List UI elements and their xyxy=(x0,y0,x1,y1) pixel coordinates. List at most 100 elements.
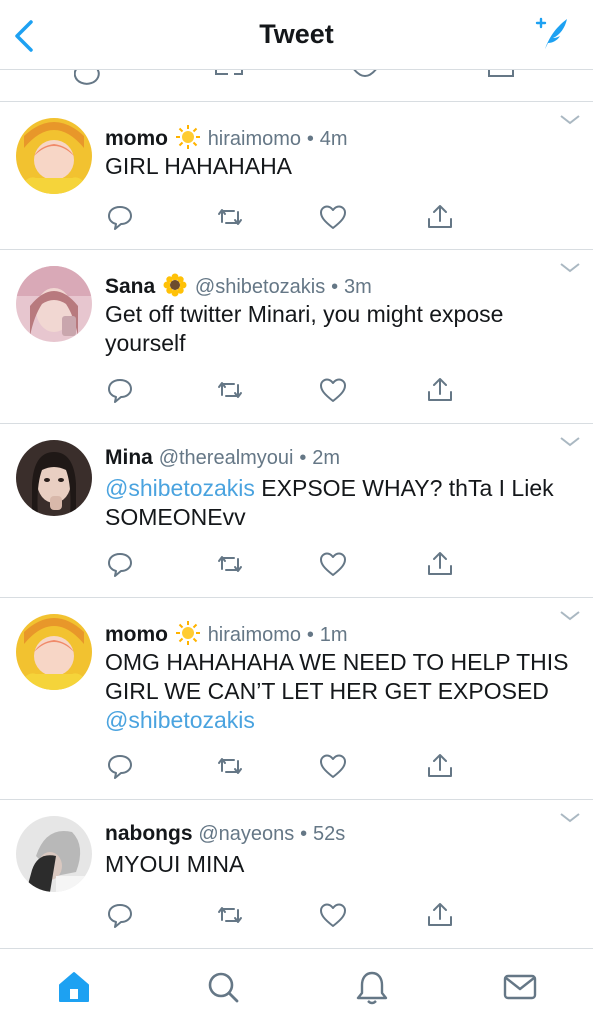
tab-search[interactable] xyxy=(203,967,243,1007)
tweet-item[interactable]: momo hiraimomo • 1m OMG HAHAHAHA WE NEED… xyxy=(0,598,593,800)
reply-button[interactable] xyxy=(105,549,135,579)
mention-link[interactable]: @shibetozakis xyxy=(105,475,255,501)
tweet-item[interactable]: Sana @shibetozakis • 3m Get off twitter … xyxy=(0,250,593,424)
retweet-icon xyxy=(218,556,242,572)
tab-home[interactable] xyxy=(54,967,94,1007)
timestamp: 4m xyxy=(319,128,348,150)
tweet-actions xyxy=(105,202,465,232)
like-button[interactable] xyxy=(318,751,348,781)
reply-icon[interactable] xyxy=(74,70,104,86)
display-name[interactable]: nabongs xyxy=(105,822,193,845)
tweet-header: momo hiraimomo • 4m xyxy=(105,124,348,151)
username[interactable]: @shibetozakis xyxy=(195,276,325,298)
chevron-down-icon[interactable] xyxy=(559,610,581,622)
heart-icon xyxy=(320,378,346,402)
like-button[interactable] xyxy=(318,375,348,405)
share-button[interactable] xyxy=(425,900,455,930)
tweet-text: MYOUI MINA xyxy=(105,850,575,879)
tweet-text: GIRL HAHAHAHA xyxy=(105,152,575,181)
display-name[interactable]: momo xyxy=(105,623,168,646)
timestamp: 52s xyxy=(312,823,346,845)
chevron-down-icon[interactable] xyxy=(559,262,581,274)
tweet-text: @shibetozakis EXPSOE WHAY? thTa I Liek S… xyxy=(105,474,575,532)
reply-icon xyxy=(108,755,132,779)
reply-button[interactable] xyxy=(105,751,135,781)
like-button[interactable] xyxy=(318,900,348,930)
avatar[interactable] xyxy=(16,440,92,516)
top-nav-bar: Tweet xyxy=(0,0,593,70)
separator-dot: • xyxy=(300,823,308,845)
chevron-down-icon[interactable] xyxy=(559,114,581,126)
tweet-header: momo hiraimomo • 1m xyxy=(105,620,348,647)
share-button[interactable] xyxy=(425,751,455,781)
share-icon xyxy=(428,552,452,575)
avatar[interactable] xyxy=(16,614,92,690)
username[interactable]: hiraimomo xyxy=(208,128,301,150)
sun-emoji-icon xyxy=(175,621,200,645)
avatar[interactable] xyxy=(16,118,92,194)
reply-button[interactable] xyxy=(105,375,135,405)
retweet-icon[interactable] xyxy=(212,70,246,86)
separator-dot: • xyxy=(331,276,339,298)
separator-dot: • xyxy=(306,128,314,150)
like-button[interactable] xyxy=(318,202,348,232)
share-icon[interactable] xyxy=(486,70,516,86)
share-icon xyxy=(428,903,452,926)
retweet-button[interactable] xyxy=(215,549,245,579)
like-button[interactable] xyxy=(318,549,348,579)
reply-icon xyxy=(108,379,132,403)
tab-notifications[interactable] xyxy=(352,967,392,1007)
avatar[interactable] xyxy=(16,266,92,342)
tab-messages[interactable] xyxy=(500,967,540,1007)
chevron-down-icon[interactable] xyxy=(559,436,581,448)
timestamp: 1m xyxy=(319,624,348,646)
separator-dot: • xyxy=(306,624,314,646)
tweet-item[interactable]: Mina @therealmyoui • 2m @shibetozakis EX… xyxy=(0,424,593,598)
like-icon[interactable] xyxy=(350,70,380,86)
heart-icon xyxy=(320,903,346,927)
retweet-button[interactable] xyxy=(215,900,245,930)
messages-icon xyxy=(503,974,537,1000)
share-icon xyxy=(428,205,452,228)
reply-button[interactable] xyxy=(105,900,135,930)
tweet-actions xyxy=(105,375,465,405)
sun-emoji-icon xyxy=(175,125,200,149)
username[interactable]: hiraimomo xyxy=(208,624,301,646)
tweet-header: Mina @therealmyoui • 2m xyxy=(105,446,340,470)
mention-link[interactable]: @shibetozakis xyxy=(105,707,255,733)
previous-tweet-actions-partial xyxy=(0,70,593,102)
display-name[interactable]: Mina xyxy=(105,446,153,469)
share-button[interactable] xyxy=(425,375,455,405)
display-name[interactable]: momo xyxy=(105,127,168,150)
tweet-actions xyxy=(105,751,465,781)
share-icon xyxy=(428,378,452,401)
home-icon xyxy=(59,972,89,1002)
compose-tweet-icon[interactable] xyxy=(531,16,571,52)
tweet-text-content: MYOUI MINA xyxy=(105,851,245,877)
avatar[interactable] xyxy=(16,816,92,892)
username[interactable]: @therealmyoui xyxy=(159,447,294,469)
search-icon xyxy=(208,972,239,1003)
tweet-header: nabongs @nayeons • 52s xyxy=(105,822,345,846)
retweet-button[interactable] xyxy=(215,751,245,781)
tweet-item[interactable]: nabongs @nayeons • 52s MYOUI MINA xyxy=(0,800,593,948)
retweet-icon xyxy=(218,382,242,398)
share-icon xyxy=(428,754,452,777)
tweet-text-content: GIRL HAHAHAHA xyxy=(105,153,293,179)
retweet-button[interactable] xyxy=(215,202,245,232)
retweet-icon xyxy=(218,907,242,923)
tweet-actions xyxy=(105,549,465,579)
username[interactable]: @nayeons xyxy=(198,823,294,845)
chevron-down-icon[interactable] xyxy=(559,812,581,824)
heart-icon xyxy=(320,205,346,229)
share-button[interactable] xyxy=(425,549,455,579)
retweet-button[interactable] xyxy=(215,375,245,405)
display-name[interactable]: Sana xyxy=(105,275,155,298)
heart-icon xyxy=(320,754,346,778)
reply-button[interactable] xyxy=(105,202,135,232)
tweet-text: Get off twitter Minari, you might expose… xyxy=(105,300,575,358)
sunflower-emoji-icon xyxy=(163,273,187,297)
tweet-item[interactable]: momo hiraimomo • 4m GIRL HAHAHAHA xyxy=(0,102,593,250)
share-button[interactable] xyxy=(425,202,455,232)
separator-dot: • xyxy=(299,447,307,469)
